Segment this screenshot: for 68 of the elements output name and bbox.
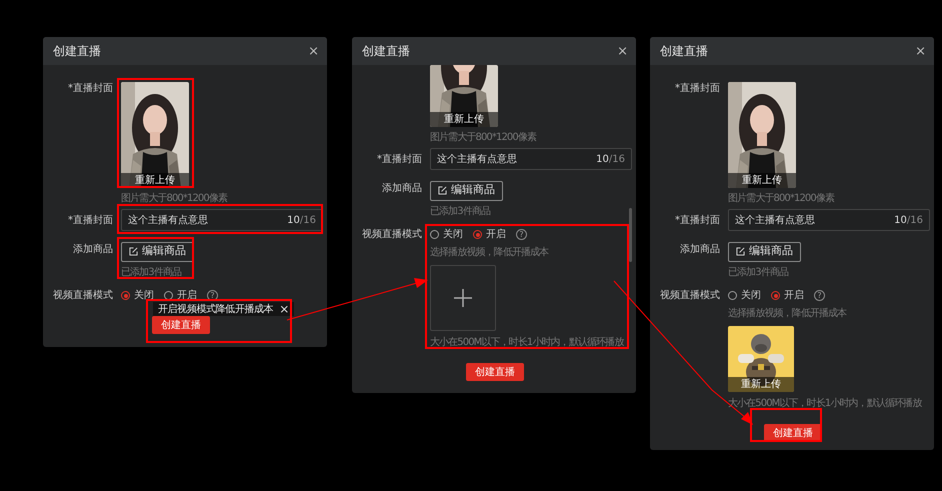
- reupload-button[interactable]: 重新上传: [121, 173, 189, 188]
- radio-button[interactable]: [728, 291, 737, 300]
- create-live-button[interactable]: 创建直播: [152, 316, 210, 334]
- dialog-title: 创建直播: [53, 43, 101, 60]
- hint-text: 大小在500M以下，时长1小时内，默认循环播放: [430, 336, 625, 349]
- close-button[interactable]: ×: [915, 44, 926, 58]
- hint-text: 选择播放视频，降低开播成本: [728, 307, 848, 320]
- field-label: 视频直播模式: [361, 228, 422, 242]
- help-button[interactable]: ?: [516, 229, 527, 240]
- radio-button[interactable]: [430, 230, 439, 239]
- edit-products-button[interactable]: 编辑商品: [430, 180, 503, 200]
- scrollbar[interactable]: [629, 208, 632, 262]
- radio-button[interactable]: [473, 230, 482, 239]
- field-label: *直播封面: [376, 152, 422, 166]
- field-value: 这个主播有点意思: [437, 152, 517, 166]
- edit-icon: [438, 186, 447, 195]
- char-count: 10/16: [894, 214, 923, 228]
- radio-button[interactable]: [121, 291, 130, 300]
- char-count: 10/16: [596, 152, 625, 166]
- field-label: 视频直播模式: [659, 289, 720, 303]
- reupload-button[interactable]: 重新上传: [430, 112, 498, 127]
- field-label: 添加商品: [72, 243, 113, 257]
- title-field[interactable]: 这个主播有点意思 10/16: [728, 209, 930, 231]
- reupload-button[interactable]: 重新上传: [728, 377, 794, 392]
- hint-text: 图片需大于800*1200像素: [728, 192, 836, 205]
- field-value: 这个主播有点意思: [128, 214, 208, 228]
- title-field[interactable]: 这个主播有点意思 10/16: [430, 148, 632, 170]
- create-live-button[interactable]: 创建直播: [466, 363, 524, 381]
- radio-label: 开启: [784, 288, 804, 303]
- reupload-button[interactable]: 重新上传: [728, 173, 796, 188]
- plus-icon: [454, 289, 472, 307]
- edit-icon: [736, 247, 745, 256]
- edit-icon: [129, 247, 138, 256]
- highlight-frame: [750, 408, 822, 442]
- radio-button[interactable]: [771, 291, 780, 300]
- dialog-title: 创建直播: [362, 43, 410, 60]
- title-field[interactable]: 这个主播有点意思 10/16: [121, 209, 323, 231]
- tooltip-text: 开启视频模式降低开播成本: [158, 302, 274, 316]
- char-count: 10/16: [287, 214, 316, 228]
- hint-text: 已添加3件商品: [121, 266, 182, 279]
- hint-text: 选择播放视频，降低开播成本: [430, 246, 550, 259]
- hint-text: 已添加3件商品: [430, 205, 492, 218]
- hint-text: 图片需大于800*1200像素: [121, 192, 229, 205]
- radio-label: 开启: [177, 288, 197, 303]
- radio-label: 关闭: [443, 228, 463, 242]
- field-label: *直播封面: [674, 214, 720, 226]
- close-button[interactable]: ×: [279, 303, 290, 315]
- field-label: 添加商品: [679, 243, 720, 257]
- field-label: *直播封面: [67, 82, 113, 96]
- edit-products-button[interactable]: 编辑商品: [728, 242, 801, 262]
- help-button[interactable]: ?: [814, 290, 825, 301]
- dialog-title: 创建直播: [660, 43, 708, 60]
- radio-label: 关闭: [134, 288, 154, 303]
- radio-button[interactable]: [164, 291, 173, 300]
- field-label: 视频直播模式: [52, 289, 113, 302]
- hint-text: 图片需大于800*1200像素: [430, 131, 538, 144]
- help-button[interactable]: ?: [207, 290, 218, 301]
- close-button[interactable]: ×: [617, 44, 628, 58]
- radio-label: 关闭: [741, 288, 761, 303]
- field-label: *直播封面: [67, 214, 113, 226]
- edit-products-button[interactable]: 编辑商品: [121, 242, 194, 262]
- field-value: 这个主播有点意思: [735, 214, 815, 228]
- close-button[interactable]: ×: [308, 44, 319, 58]
- radio-label: 开启: [486, 228, 506, 242]
- hint-text: 大小在500M以下，时长1小时内，默认循环播放: [728, 397, 923, 410]
- field-label: *直播封面: [674, 82, 720, 96]
- hint-text: 已添加3件商品: [728, 266, 790, 279]
- field-label: 添加商品: [381, 182, 422, 196]
